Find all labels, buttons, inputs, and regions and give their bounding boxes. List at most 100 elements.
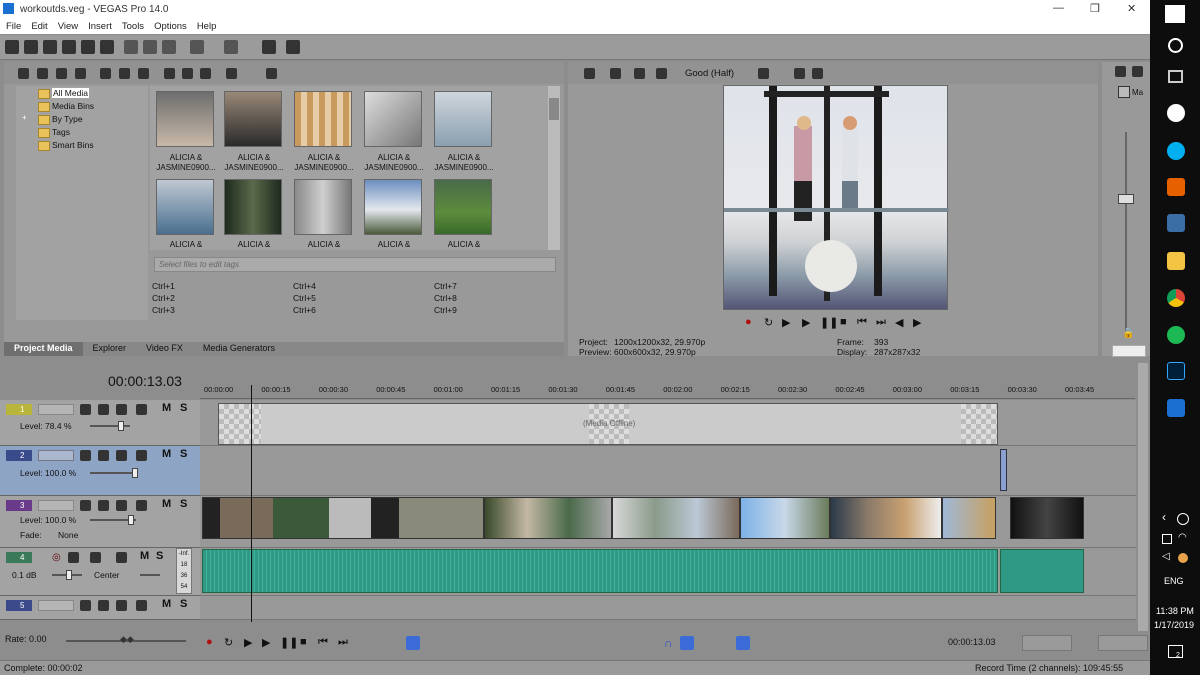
- save-snapshot-icon[interactable]: [812, 68, 823, 79]
- solo-button[interactable]: S: [180, 448, 187, 460]
- overlays-icon[interactable]: [758, 68, 769, 79]
- master-mute-icon[interactable]: [1118, 86, 1130, 98]
- browser-icon[interactable]: [1167, 104, 1185, 122]
- video-clip[interactable]: [202, 497, 484, 539]
- track-fx-icon[interactable]: [98, 450, 109, 461]
- auto-preview-icon[interactable]: [200, 68, 211, 79]
- auto-crossfade-icon[interactable]: [680, 636, 694, 650]
- audio-clip[interactable]: [1000, 549, 1084, 593]
- automation-icon[interactable]: [116, 404, 127, 415]
- task-view-icon[interactable]: [1168, 70, 1183, 83]
- stop-media-icon[interactable]: [182, 68, 193, 79]
- pause-icon[interactable]: ❚❚: [820, 316, 838, 329]
- play-media-icon[interactable]: [164, 68, 175, 79]
- solo-button[interactable]: S: [180, 402, 187, 414]
- video-clip-offline[interactable]: (Media Offline): [218, 403, 998, 445]
- video-clip[interactable]: [612, 497, 740, 539]
- track-name-field[interactable]: [38, 500, 74, 511]
- level-slider[interactable]: [90, 425, 130, 427]
- media-thumbnail[interactable]: ALICIA & JASMINE0900...: [224, 91, 284, 172]
- language-indicator[interactable]: ENG: [1164, 576, 1184, 586]
- media-thumbnail[interactable]: ALICIA & JASMINE0900...: [156, 91, 216, 172]
- track-name-field[interactable]: [38, 600, 74, 611]
- play-from-start-icon[interactable]: ▶: [244, 636, 252, 649]
- menu-insert[interactable]: Insert: [88, 21, 112, 32]
- track-fx-icon[interactable]: [98, 500, 109, 511]
- tree-item-all-media[interactable]: All Media: [38, 88, 89, 99]
- track-header[interactable]: 4 ◎ M S 0.1 dB Center -Inf. 18 36 54: [0, 548, 200, 596]
- get-media-icon[interactable]: [56, 68, 67, 79]
- save-as-icon[interactable]: [62, 40, 76, 54]
- menu-view[interactable]: View: [58, 21, 78, 32]
- clock-date[interactable]: 1/17/2019: [1154, 620, 1194, 630]
- mute-button[interactable]: M: [162, 598, 171, 610]
- rate-slider-thumb[interactable]: ◆◆: [120, 634, 134, 645]
- media-thumbnail[interactable]: ALICIA &: [294, 179, 354, 249]
- plugin-manager-icon[interactable]: [262, 40, 276, 54]
- track-5-lane[interactable]: [200, 596, 1136, 620]
- video-clip[interactable]: [942, 497, 996, 539]
- video-clip[interactable]: [740, 497, 830, 539]
- phase-icon[interactable]: [68, 552, 79, 563]
- tray-app-icon[interactable]: [1178, 553, 1188, 563]
- media-thumbnail[interactable]: ALICIA &: [364, 179, 424, 249]
- pause-icon[interactable]: ❚❚: [280, 636, 298, 649]
- timeline-vertical-scrollbar[interactable]: [1138, 363, 1148, 631]
- loop-playback-icon[interactable]: ↻: [764, 316, 773, 329]
- track-settings-gear-icon[interactable]: [136, 500, 147, 511]
- video-clip[interactable]: [1000, 449, 1007, 491]
- play-icon[interactable]: ▶: [262, 636, 270, 649]
- skype-icon[interactable]: [1167, 142, 1185, 160]
- video-clip[interactable]: [830, 497, 942, 539]
- track-header[interactable]: 2 M S Level: 100.0 %: [0, 446, 200, 496]
- chrome-icon[interactable]: [1167, 289, 1185, 307]
- automation-icon[interactable]: [116, 450, 127, 461]
- import-media-icon[interactable]: [18, 68, 29, 79]
- volume-slider-thumb[interactable]: [66, 570, 72, 580]
- scroll-thumb[interactable]: [549, 98, 559, 120]
- level-slider[interactable]: [90, 472, 136, 474]
- photoshop-icon[interactable]: [1167, 362, 1185, 380]
- track-3-lane[interactable]: [200, 496, 1136, 548]
- clock-time[interactable]: 11:38 PM: [1156, 606, 1194, 616]
- redo-icon[interactable]: [224, 40, 238, 54]
- selection-length-field[interactable]: [1022, 635, 1072, 651]
- media-thumbnail[interactable]: ALICIA & JASMINE0900...: [364, 91, 424, 172]
- play-icon[interactable]: ▶: [802, 316, 810, 329]
- zoom-field[interactable]: [1098, 635, 1148, 651]
- solo-button[interactable]: S: [180, 598, 187, 610]
- next-frame-icon[interactable]: ▶: [913, 316, 921, 329]
- tree-item-media-bins[interactable]: Media Bins: [38, 101, 94, 112]
- menu-tools[interactable]: Tools: [122, 21, 144, 32]
- stop-icon[interactable]: ■: [840, 316, 847, 328]
- automation-icon[interactable]: [90, 552, 101, 563]
- mute-button[interactable]: M: [162, 498, 171, 510]
- solo-button[interactable]: S: [156, 550, 163, 562]
- tab-project-media[interactable]: Project Media: [4, 342, 83, 356]
- menu-help[interactable]: Help: [197, 21, 217, 32]
- tree-expand-icon[interactable]: +: [22, 113, 27, 122]
- paste-icon[interactable]: [162, 40, 176, 54]
- track-1-lane[interactable]: (Media Offline): [200, 400, 1136, 446]
- web-media-icon[interactable]: [75, 68, 86, 79]
- go-to-end-icon[interactable]: ⏭: [338, 636, 348, 649]
- tree-item-by-type[interactable]: By Type: [38, 114, 83, 125]
- track-settings-gear-icon[interactable]: [136, 404, 147, 415]
- cut-icon[interactable]: [124, 40, 138, 54]
- render-icon[interactable]: [81, 40, 95, 54]
- pan-slider[interactable]: [140, 574, 160, 576]
- mute-button[interactable]: M: [162, 448, 171, 460]
- properties-gear-icon[interactable]: [100, 40, 114, 54]
- tags-input[interactable]: Select files to edit tags: [154, 257, 556, 272]
- help-icon[interactable]: [286, 40, 300, 54]
- master-fx-icon[interactable]: [1132, 66, 1143, 77]
- track-name-field[interactable]: [38, 404, 74, 415]
- copy-snapshot-icon[interactable]: [794, 68, 805, 79]
- track-2-lane[interactable]: [200, 446, 1136, 496]
- track-header[interactable]: 3 M S Level: 100.0 % Fade: None: [0, 496, 200, 548]
- preview-quality-select[interactable]: Good (Half): [685, 68, 734, 79]
- normal-edit-tool-icon[interactable]: [406, 636, 420, 650]
- go-to-end-icon[interactable]: ⏭: [876, 316, 886, 329]
- auto-ripple-icon[interactable]: [736, 636, 750, 650]
- vegas-taskbar-icon[interactable]: [1167, 399, 1185, 417]
